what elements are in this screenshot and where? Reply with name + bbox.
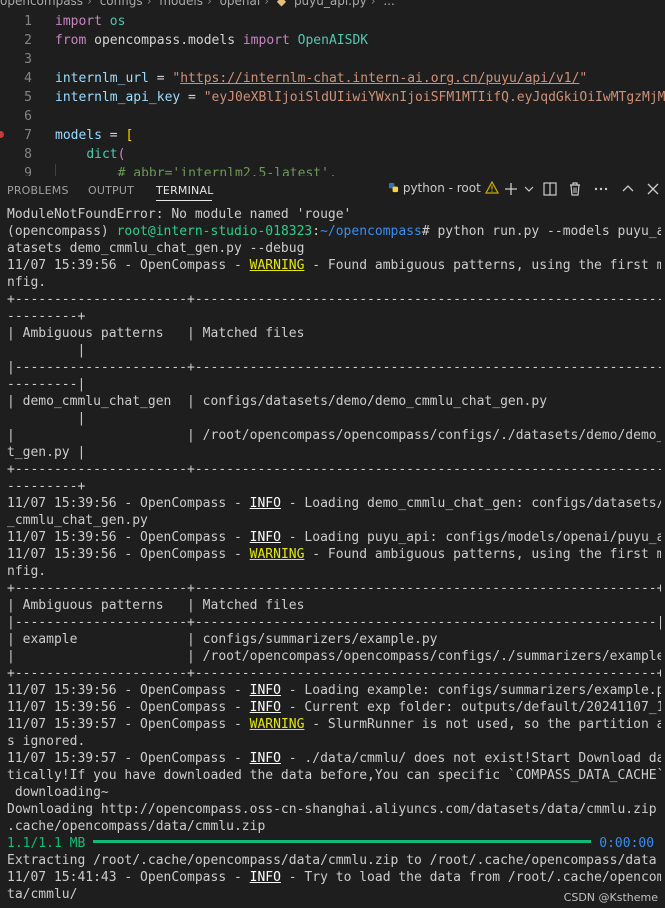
code-text: from opencompass.models import OpenAISDK <box>55 33 369 48</box>
terminal-line: | | /root/opencompass/opencompass/config… <box>7 428 661 443</box>
terminal-line: nfig. <box>7 275 47 290</box>
chevron-right-icon: › <box>146 0 152 8</box>
terminal-line: .cache/opencompass/data/cmmlu.zip <box>7 819 266 834</box>
line-number: 4 <box>24 71 32 86</box>
terminal-line: 11/07 15:39:57 - OpenCompass - WARNING -… <box>7 717 661 732</box>
terminal-line: ---------+ <box>7 479 86 494</box>
tab-terminal[interactable]: TERMINAL <box>156 184 214 197</box>
terminal-line: |----------------------+----------------… <box>7 615 661 630</box>
tab-problems[interactable]: PROBLEMS <box>7 184 69 197</box>
terminal-line: nfig. <box>7 564 47 579</box>
terminal-line: | Ambiguous patterns | Matched files | <box>7 598 661 613</box>
terminal-line: | <box>7 411 86 426</box>
add-terminal-icon[interactable] <box>502 180 520 198</box>
python-icon <box>388 182 399 193</box>
code-line: 4 internlm_url = "https://internlm-chat.i… <box>0 69 665 88</box>
terminal-line: downloading~ <box>7 785 109 800</box>
code-text: dict( <box>86 147 126 162</box>
chevron-right-icon: › <box>87 0 92 8</box>
breadcrumb-item[interactable]: configs <box>100 0 143 8</box>
terminal-line: +----------------------+----------------… <box>7 666 661 681</box>
terminal-line: +----------------------+----------------… <box>7 462 661 477</box>
panel-tab-bar: PROBLEMS OUTPUT TERMINAL python - root <box>0 176 665 204</box>
line-number: 5 <box>24 90 32 105</box>
maximize-panel-icon[interactable] <box>619 180 637 198</box>
terminal-line: | <box>7 343 86 358</box>
line-number: 1 <box>24 14 32 29</box>
terminal-line: 11/07 15:41:43 - OpenCompass - INFO - Tr… <box>7 870 661 885</box>
terminal-line: 11/07 15:39:56 - OpenCompass - INFO - Lo… <box>7 530 661 545</box>
terminal-line: ModuleNotFoundError: No module named 'ro… <box>7 207 352 222</box>
line-number: 8 <box>24 147 32 162</box>
code-line: 5 internlm_api_key = "eyJ0eXBlIjoiSldUIiw… <box>0 88 665 107</box>
split-terminal-icon[interactable] <box>541 180 559 198</box>
python-file-icon: ◆ <box>276 0 287 8</box>
code-editor[interactable]: 1 import os 2 from opencompass.models impor… <box>0 10 665 176</box>
trash-icon[interactable] <box>566 180 584 198</box>
terminal-line: _cmmlu_chat_gen.py <box>7 513 148 528</box>
line-number: 2 <box>24 33 32 48</box>
terminal-line: +----------------------+----------------… <box>7 581 661 596</box>
terminal-line: 11/07 15:39:56 - OpenCompass - INFO - Lo… <box>7 496 661 511</box>
breadcrumb-item[interactable]: ... <box>383 0 394 8</box>
breadcrumb-item[interactable]: puyu_api.py <box>294 0 367 8</box>
code-line: 7 models = [ <box>0 126 665 145</box>
chevron-right-icon: › <box>206 0 212 8</box>
indent-guide <box>55 164 56 176</box>
terminal-line: 11/07 15:39:56 - OpenCompass - INFO - Cu… <box>7 700 661 715</box>
terminal-line: tically!If you have downloaded the data … <box>7 768 661 783</box>
terminal-line: t_gen.py | <box>7 445 86 460</box>
terminal-name: python - root <box>402 181 481 195</box>
progress-bar <box>93 840 592 843</box>
terminal-line: | demo_cmmlu_chat_gen | configs/datasets… <box>7 394 548 409</box>
terminal-line: +----------------------+----------------… <box>7 292 661 307</box>
breadcrumb-item[interactable]: openai <box>220 0 261 8</box>
code-text: import os <box>55 14 126 29</box>
watermark: CSDN @Kstheme <box>563 891 658 904</box>
breadcrumb-item[interactable]: opencompass <box>0 0 83 8</box>
code-line: 2 from opencompass.models import OpenAISD… <box>0 31 665 50</box>
code-text: internlm_api_key = "eyJ0eXBlIjoiSldUIiwi… <box>55 90 665 105</box>
close-icon[interactable] <box>644 180 662 198</box>
breadcrumb: opencompass › configs › models › openai › ◆ … <box>0 0 665 10</box>
chevron-down-icon[interactable] <box>520 180 538 198</box>
terminal-line: s ignored. <box>7 734 86 749</box>
terminal-line: | Ambiguous patterns | Matched files <box>7 326 305 341</box>
line-number: 6 <box>24 109 32 124</box>
terminal-line: 11/07 15:39:57 - OpenCompass - INFO - ./… <box>7 751 661 766</box>
code-text: models = [ <box>55 128 134 143</box>
code-text: internlm_url = "https://internlm-chat.in… <box>55 71 588 86</box>
more-actions-icon[interactable] <box>592 180 610 198</box>
terminal-line: (opencompass) root@intern-studio-018323:… <box>7 224 661 239</box>
chevron-right-icon: › <box>370 0 376 8</box>
download-progress: 1.1/1.1 MB 0:00:00 <box>7 836 655 851</box>
terminal-line: | | /root/opencompass/opencompass/config… <box>7 649 661 664</box>
code-text: # abbr='internlm2.5-latest', <box>117 166 337 176</box>
code-line: 8 dict( <box>0 145 665 164</box>
terminal-line: atasets demo_cmmlu_chat_gen.py --debug <box>7 241 305 256</box>
terminal-line: |----------------------+----------------… <box>7 360 661 375</box>
terminal-line: ---------| <box>7 377 86 392</box>
tab-output[interactable]: OUTPUT <box>88 184 134 197</box>
terminal-line: 11/07 15:39:56 - OpenCompass - WARNING -… <box>7 258 661 273</box>
terminal-line: Downloading http://opencompass.oss-cn-sh… <box>7 802 657 817</box>
code-line: 3 <box>0 50 665 69</box>
breadcrumb-item[interactable]: models <box>159 0 203 8</box>
chevron-right-icon: › <box>264 0 270 8</box>
terminal-line: ---------+ <box>7 309 86 324</box>
terminal-line: 11/07 15:39:56 - OpenCompass - WARNING -… <box>7 547 661 562</box>
terminal-output[interactable]: ModuleNotFoundError: No module named 'ro… <box>7 206 661 906</box>
warning-icon <box>484 181 499 194</box>
code-line: 6 <box>0 107 665 126</box>
terminal-selector[interactable]: python - root <box>388 181 499 195</box>
code-line: 9 # abbr='internlm2.5-latest', <box>0 164 665 176</box>
code-line: 1 import os <box>0 12 665 31</box>
line-number: 7 <box>24 128 32 143</box>
terminal-line: Extracting /root/.cache/opencompass/data… <box>7 853 657 868</box>
line-number: 9 <box>24 166 32 176</box>
active-tab-indicator <box>156 200 212 201</box>
line-number: 3 <box>24 52 32 67</box>
terminal-line: 11/07 15:39:56 - OpenCompass - INFO - Lo… <box>7 683 661 698</box>
terminal-line: | example | configs/summarizers/example.… <box>7 632 661 647</box>
